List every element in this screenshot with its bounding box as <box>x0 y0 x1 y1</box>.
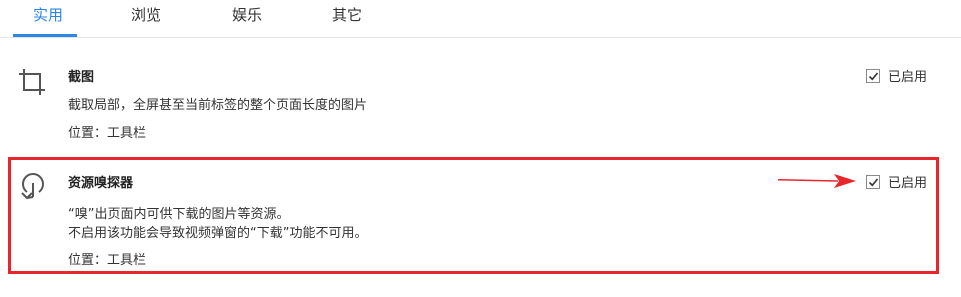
tab-utility[interactable]: 实用 <box>33 4 63 25</box>
extension-description: 截取局部，全屏甚至当前标签的整个页面长度的图片 <box>68 98 368 113</box>
tab-browse[interactable]: 浏览 <box>131 4 161 25</box>
extension-item-screenshot: 截图 截取局部，全屏甚至当前标签的整个页面长度的图片 位置：工具栏 已启用 <box>0 55 961 145</box>
annotation-arrow-icon <box>778 172 858 194</box>
extensions-page: 实用 浏览 娱乐 其它 截图 截取局部，全屏甚至当前标签的整个页面长度的图片 位… <box>0 0 961 297</box>
active-tab-indicator <box>13 34 77 37</box>
enabled-label: 已启用 <box>888 70 928 85</box>
extension-position: 位置：工具栏 <box>68 126 147 141</box>
enable-toggle-screenshot[interactable]: 已启用 <box>866 66 927 85</box>
enabled-checkbox[interactable] <box>866 68 880 83</box>
checkmark-icon <box>868 71 879 80</box>
tab-bar: 实用 浏览 娱乐 其它 <box>0 0 961 38</box>
crop-icon <box>18 67 46 101</box>
tab-entertainment[interactable]: 娱乐 <box>232 4 262 25</box>
extension-title: 截图 <box>68 70 95 85</box>
tab-other[interactable]: 其它 <box>332 4 362 25</box>
